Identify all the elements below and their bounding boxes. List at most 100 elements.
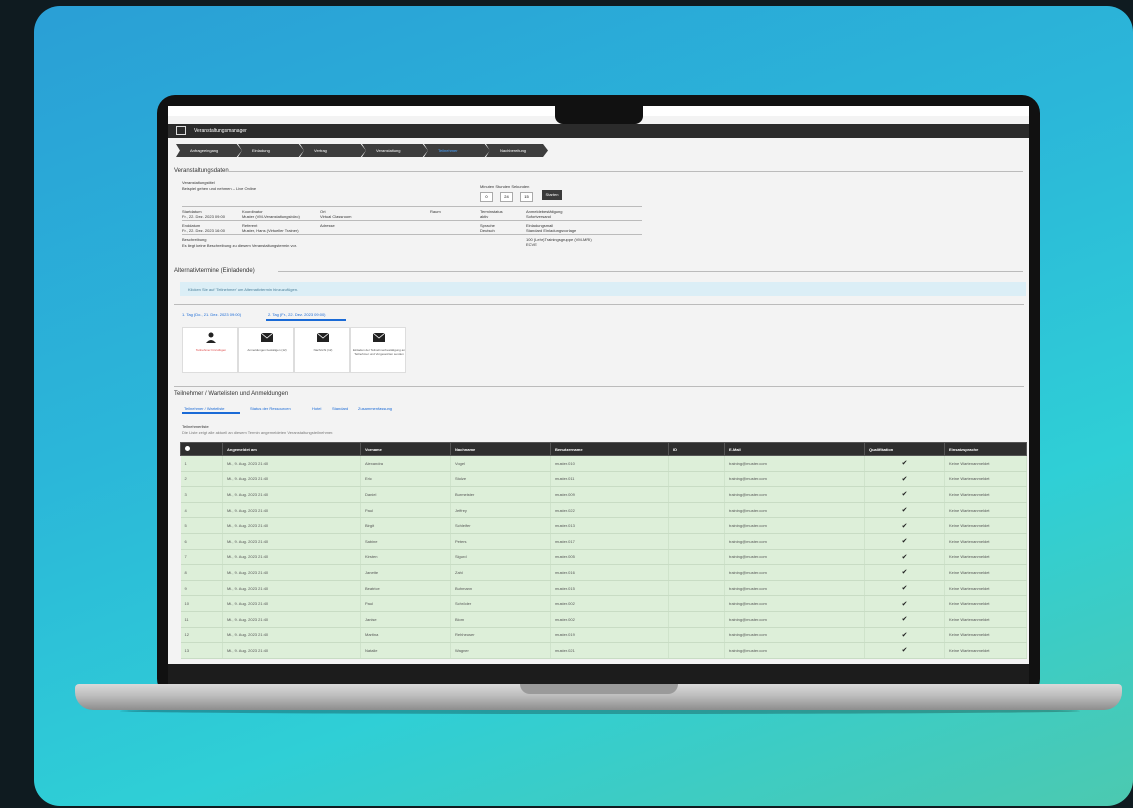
col-header[interactable]: Benutzername	[550, 442, 669, 456]
check-icon: ✔	[864, 595, 945, 612]
message-tile[interactable]: Nachricht (12)	[294, 327, 350, 373]
confirm-registrations-tile[interactable]: Anmeldungen bestätigen (12)	[238, 327, 294, 373]
table-row[interactable]: 9 Mi., 9. Aug. 2023 21:40 Beatrice Buhmann m…	[180, 580, 1027, 597]
table-row[interactable]: 8 Mi., 9. Aug. 2023 21:40 Janette Zahl muste…	[180, 564, 1027, 581]
table-row[interactable]: 13 Mi., 9. Aug. 2023 21:40 Natalie Wagner mu…	[180, 642, 1027, 659]
table-row[interactable]: 12 Mi., 9. Aug. 2023 21:40 Martina Rehheuse…	[180, 627, 1027, 644]
table-cell: 12	[180, 627, 223, 644]
divider	[182, 206, 642, 207]
table-cell: Beatrice	[360, 580, 451, 597]
table-cell: Mi., 9. Aug. 2023 21:40	[222, 502, 361, 519]
table-cell: training@muster.com	[724, 533, 865, 550]
table-cell: muster.016	[550, 564, 669, 581]
table-cell: training@muster.com	[724, 471, 865, 488]
timer-seconds-input[interactable]: 15	[520, 192, 533, 202]
table-row[interactable]: 11 Mi., 9. Aug. 2023 21:40 Janise Blom muste…	[180, 611, 1027, 628]
table-cell: Schröder	[450, 595, 551, 612]
check-icon: ✔	[864, 517, 945, 534]
col-header[interactable]	[180, 442, 223, 456]
step-anfrageeingang[interactable]: Anfrageeingang	[176, 144, 242, 157]
tile-label: Teilnehmer hinzufügen	[195, 348, 227, 352]
table-cell: muster.005	[550, 549, 669, 566]
active-tab-underline	[182, 412, 240, 414]
event-name-value: Beispiel gehen und nehmen – Live Online	[182, 186, 257, 191]
table-row[interactable]: 2 Mi., 9. Aug. 2023 21:40 Eric Stolze muster…	[180, 471, 1027, 488]
table-cell: Martina	[360, 627, 451, 644]
timer-hours-input[interactable]: 24	[500, 192, 513, 202]
col-header[interactable]: Einsatzsprache	[944, 442, 1027, 456]
table-cell: Mi., 9. Aug. 2023 21:40	[222, 471, 361, 488]
tile-label: Nachricht (12)	[313, 348, 333, 352]
table-cell: Keine Wartenanmeldet	[944, 517, 1027, 534]
table-cell	[668, 642, 725, 659]
table-cell: Keine Wartenanmeldet	[944, 549, 1027, 566]
table-row[interactable]: 10 Mi., 9. Aug. 2023 21:40 Paul Schröder mus…	[180, 595, 1027, 612]
table-cell: Jeffrey	[450, 502, 551, 519]
table-cell: 8	[180, 564, 223, 581]
table-cell: Peters	[450, 533, 551, 550]
table-cell: 2	[180, 471, 223, 488]
app-title: Veranstaltungsmanager	[194, 128, 247, 134]
mail-icon	[373, 333, 385, 342]
table-cell: 10	[180, 595, 223, 612]
table-cell: Natalie	[360, 642, 451, 659]
timer-start-button[interactable]: Starten	[542, 190, 562, 200]
table-cell: Birgit	[360, 517, 451, 534]
step-nachbereitung[interactable]: Nachbereitung	[486, 144, 548, 157]
table-row[interactable]: 7 Mi., 9. Aug. 2023 21:40 Kirsten Sigurd mus…	[180, 549, 1027, 566]
table-row[interactable]: 6 Mi., 9. Aug. 2023 21:40 Sabine Peters must…	[180, 533, 1027, 550]
table-row[interactable]: 4 Mi., 9. Aug. 2023 21:40 Paul Jeffrey muste…	[180, 502, 1027, 519]
table-cell: Mi., 9. Aug. 2023 21:40	[222, 517, 361, 534]
participants-table: Angemeldet am Vorname Nachname Benutzern…	[180, 442, 1027, 659]
add-participant-tile[interactable]: Teilnehmer hinzufügen	[182, 327, 238, 373]
table-cell: Vogel	[450, 455, 551, 472]
table-cell	[668, 611, 725, 628]
table-cell: 5	[180, 517, 223, 534]
alt-section-title: Alternativtermine (Einladende)	[174, 268, 255, 274]
table-cell: Keine Wartenanmeldet	[944, 595, 1027, 612]
tab-summary[interactable]: Zusammenfassung	[358, 406, 392, 411]
table-cell: Mi., 9. Aug. 2023 21:40	[222, 627, 361, 644]
start-date-value: Fr., 22. Dez. 2023 09:00	[182, 214, 225, 219]
table-cell	[668, 564, 725, 581]
table-cell: Keine Wartenanmeldet	[944, 611, 1027, 628]
group-value: 100 (Lehr)Trainingsgruppe (VM-MRI) ECVE	[526, 237, 592, 247]
table-cell: Keine Wartenanmeldet	[944, 502, 1027, 519]
table-cell: muster.019	[550, 627, 669, 644]
send-confirmation-tile[interactable]: Einladen der Teilnehmerbestätigung an Te…	[350, 327, 406, 373]
step-vertrag[interactable]: Vertrag	[300, 144, 366, 157]
tab-standard[interactable]: Standard	[332, 406, 348, 411]
table-cell: 3	[180, 486, 223, 503]
table-cell: Keine Wartenanmeldet	[944, 627, 1027, 644]
day-tab-1[interactable]: 1. Tag (Do., 21. Dez. 2023 09:00)	[182, 312, 241, 317]
table-header-row: Angemeldet am Vorname Nachname Benutzern…	[180, 442, 1027, 456]
table-cell: Paul	[360, 502, 451, 519]
col-header[interactable]: Qualifikation	[864, 442, 945, 456]
step-teilnehmer[interactable]: Teilnehmer	[424, 144, 490, 157]
table-cell: Mi., 9. Aug. 2023 21:40	[222, 486, 361, 503]
table-cell	[668, 455, 725, 472]
col-header[interactable]: ID	[668, 442, 725, 456]
table-cell: muster.010	[550, 455, 669, 472]
check-icon: ✔	[864, 627, 945, 644]
table-cell: muster.009	[550, 486, 669, 503]
table-row[interactable]: 5 Mi., 9. Aug. 2023 21:40 Birgit Schleifer m…	[180, 517, 1027, 534]
table-cell: Mi., 9. Aug. 2023 21:40	[222, 642, 361, 659]
step-einladung[interactable]: Einladung	[238, 144, 304, 157]
table-row[interactable]: 1 Mi., 9. Aug. 2023 21:40 Alexandra Vogel mu…	[180, 455, 1027, 472]
table-cell: Mi., 9. Aug. 2023 21:40	[222, 455, 361, 472]
step-veranstaltung[interactable]: Veranstaltung	[362, 144, 428, 157]
col-header[interactable]: Vorname	[360, 442, 451, 456]
tab-resources[interactable]: Status der Ressourcen	[250, 406, 291, 411]
day-tab-2[interactable]: 2. Tag (Fr., 22. Dez. 2023 09:00)	[268, 312, 326, 317]
tab-participants[interactable]: Teilnehmer / Warteliste	[184, 406, 225, 411]
timer-minutes-input[interactable]: 0	[480, 192, 493, 202]
table-cell: Keine Wartenanmeldet	[944, 455, 1027, 472]
table-row[interactable]: 3 Mi., 9. Aug. 2023 21:40 Daniel Burmeister…	[180, 486, 1027, 503]
table-cell: 4	[180, 502, 223, 519]
tab-hotel[interactable]: Hotel	[312, 406, 321, 411]
check-icon: ✔	[864, 471, 945, 488]
col-header[interactable]: Angemeldet am	[222, 442, 361, 456]
col-header[interactable]: E-Mail	[724, 442, 865, 456]
col-header[interactable]: Nachname	[450, 442, 551, 456]
